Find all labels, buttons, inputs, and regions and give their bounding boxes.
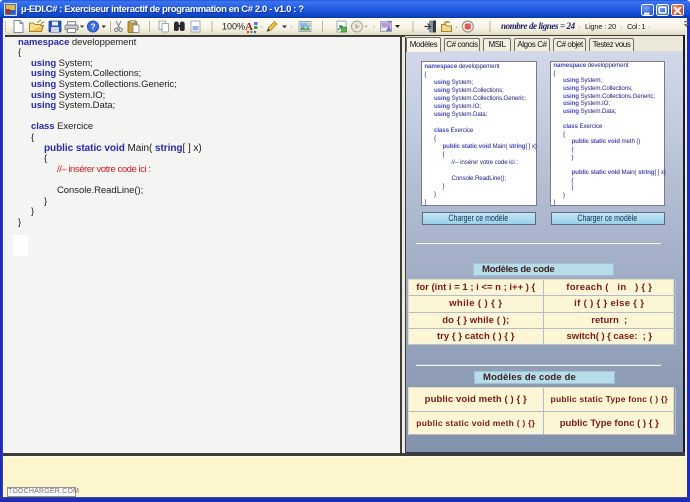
svg-text:100%: 100% xyxy=(222,22,245,32)
svg-text:?: ? xyxy=(90,22,95,32)
